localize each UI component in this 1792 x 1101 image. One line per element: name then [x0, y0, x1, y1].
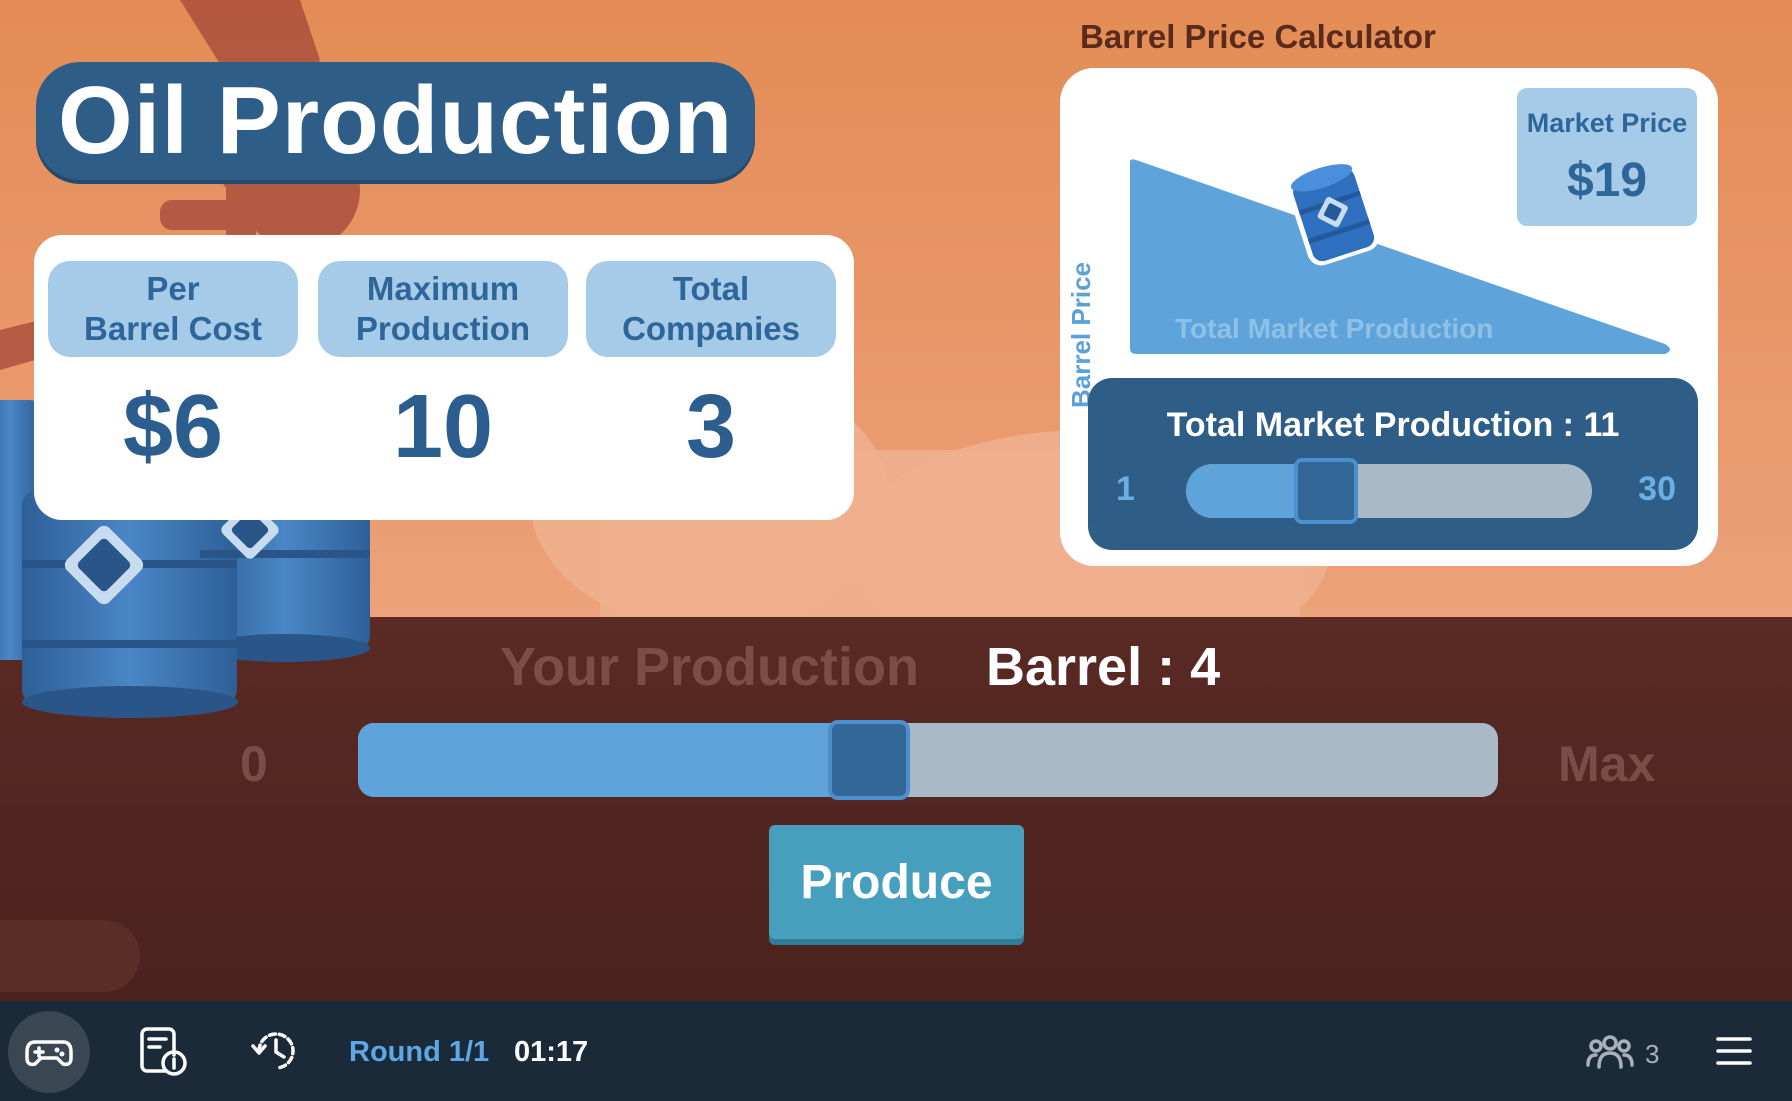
- menu-icon: [1716, 1037, 1752, 1065]
- slider-thumb[interactable]: [1294, 458, 1358, 524]
- calculator-title: Barrel Price Calculator: [1080, 18, 1436, 55]
- gamepad-icon: [25, 1040, 73, 1067]
- stat-label-text: Total Companies: [622, 270, 800, 347]
- stat-label: Total Companies: [586, 261, 836, 357]
- total-market-production-text: Total Market Production : 11: [1166, 406, 1620, 444]
- timer: 01:17: [514, 1036, 589, 1068]
- market-price-label: Market Price: [1526, 108, 1688, 138]
- production-max-label: Max: [1558, 736, 1656, 792]
- slider-max-label: 30: [1638, 470, 1676, 508]
- menu-button[interactable]: [1712, 1001, 1756, 1101]
- production-slider-thumb[interactable]: [827, 720, 910, 800]
- players-count: 3: [1645, 1039, 1660, 1069]
- players-button[interactable]: [1584, 1001, 1636, 1101]
- stat-value: 10: [392, 377, 494, 477]
- stat-label: Per Barrel Cost: [48, 261, 298, 357]
- market-price-value: $19: [1566, 154, 1648, 207]
- stat-label: Maximum Production: [318, 261, 568, 357]
- stat-value: 3: [685, 377, 737, 477]
- round-indicator: Round 1/1: [349, 1036, 490, 1068]
- page-title: Oil Production: [36, 62, 756, 180]
- stat-per-barrel-cost: Per Barrel Cost $6: [48, 261, 298, 477]
- gamepad-button[interactable]: [8, 1011, 90, 1093]
- players-icon: [1586, 1035, 1634, 1069]
- ground-decoration: [0, 920, 140, 992]
- barrel-count: Barrel : 4: [986, 637, 1221, 697]
- timer-history-icon: [251, 1032, 295, 1070]
- report-button[interactable]: [134, 1001, 190, 1101]
- report-info-icon: [140, 1027, 187, 1076]
- stat-label-text: Per Barrel Cost: [84, 270, 262, 347]
- slider-min-label: 1: [1116, 470, 1135, 508]
- barrel-price-calculator: Barrel Price Total Market Production Mar…: [1060, 68, 1718, 566]
- stats-card: Per Barrel Cost $6 Maximum Production 10…: [34, 235, 854, 520]
- stat-label-text: Maximum Production: [355, 270, 531, 347]
- your-production-label: Your Production: [500, 637, 919, 697]
- slider-fill: [358, 723, 865, 797]
- barrel-icon: [1288, 164, 1380, 266]
- total-market-production-panel: Total Market Production : 11 1 30: [1088, 378, 1698, 550]
- bottom-bar: Round 1/1 01:17 3: [0, 1001, 1792, 1101]
- produce-button[interactable]: Produce: [769, 825, 1024, 939]
- production-min-label: 0: [240, 736, 268, 792]
- stat-value: $6: [122, 377, 224, 477]
- stat-total-companies: Total Companies 3: [586, 261, 836, 477]
- timer-button[interactable]: [248, 1001, 304, 1101]
- market-price-box: Market Price $19: [1517, 88, 1697, 226]
- y-axis-label: Barrel Price: [1066, 262, 1096, 408]
- production-slider[interactable]: [358, 723, 1498, 797]
- x-axis-label: Total Market Production: [1175, 313, 1494, 344]
- stat-maximum-production: Maximum Production 10: [318, 261, 568, 477]
- total-market-production-slider[interactable]: [1186, 464, 1592, 518]
